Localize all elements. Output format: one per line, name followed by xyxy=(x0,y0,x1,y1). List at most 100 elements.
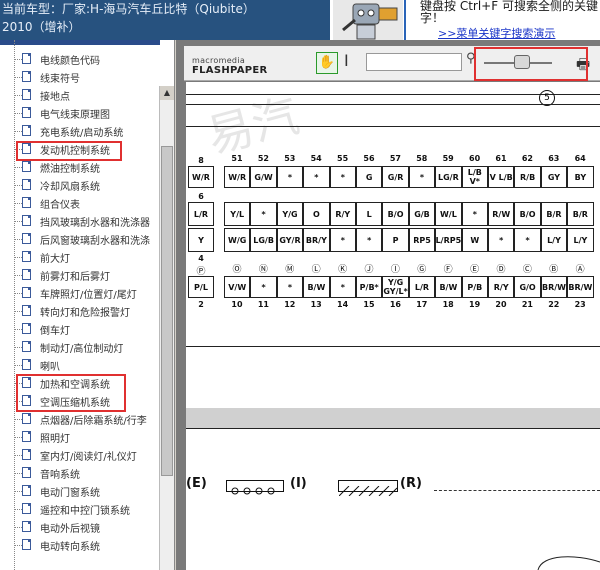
pin-cell: L/Y xyxy=(540,228,568,252)
document-icon xyxy=(22,539,31,550)
pin-cell: L/R xyxy=(188,202,214,226)
sidebar-item[interactable]: 遥控和中控门锁系统 xyxy=(0,500,158,518)
hand-tool-button[interactable]: ✋ xyxy=(316,52,338,74)
sidebar-item[interactable]: 喇叭 xyxy=(0,356,158,374)
document-icon xyxy=(22,161,31,172)
tree-connector xyxy=(14,419,22,420)
sidebar-item[interactable]: 电线颜色代码 xyxy=(0,50,158,68)
sidebar: 电线颜色代码 线束符号 接地点 电气线束原理图 充电系统/启动系统 发动机控制系统 燃油控制… xyxy=(0,40,175,570)
sidebar-item[interactable]: 电气线束原理图 xyxy=(0,104,158,122)
document-icon xyxy=(22,269,31,280)
search-demo-link[interactable]: >>菜单关键字搜索演示 xyxy=(438,25,555,41)
pin-number: 56 xyxy=(363,154,375,163)
document-icon xyxy=(22,341,31,352)
sidebar-item[interactable]: 室内灯/阅读灯/礼仪灯 xyxy=(0,446,158,464)
pin-cell: B/R xyxy=(540,202,568,226)
scroll-up-icon[interactable]: ▲ xyxy=(160,86,174,100)
sidebar-item[interactable]: 前雾灯和后雾灯 xyxy=(0,266,158,284)
tree-connector xyxy=(14,329,22,330)
pin-letter: Ⓐ xyxy=(575,265,585,275)
sidebar-item-label: 前雾灯和后雾灯 xyxy=(40,272,110,283)
tree-connector xyxy=(14,347,22,348)
sidebar-scrollbar[interactable]: ▲ xyxy=(159,86,174,570)
sidebar-item[interactable]: 后风窗玻璃刮水器和洗涤 xyxy=(0,230,158,248)
sidebar-item-label: 组合仪表 xyxy=(40,200,80,211)
pin-cell: BY xyxy=(567,166,594,188)
title-bar: 当前车型：厂家:H-海马汽车丘比特（Qiubite） 2010（增补） xyxy=(0,0,330,40)
rule-line xyxy=(186,104,600,105)
document-icon xyxy=(22,449,31,460)
pin-cell: B/R xyxy=(567,202,594,226)
search-hint: 键盘按 Ctrl+F 可搜索全侧的关键 字！ >>菜单关键字搜索演示 xyxy=(404,0,600,40)
hint-line2: 字！ xyxy=(420,11,445,25)
sidebar-item-label: 挡风玻璃刮水器和洗涤器 xyxy=(40,218,150,229)
sidebar-item-label: 喇叭 xyxy=(40,362,60,373)
sidebar-item[interactable]: 充电系统/启动系统 xyxy=(0,122,158,140)
sidebar-item[interactable]: 挡风玻璃刮水器和洗涤器 xyxy=(0,212,158,230)
pin-number: 52 xyxy=(257,154,269,163)
document-icon xyxy=(22,305,31,316)
pin-cell: B/O xyxy=(382,202,409,226)
sidebar-item[interactable]: 照明灯 xyxy=(0,428,158,446)
sidebar-item-label: 接地点 xyxy=(40,92,70,103)
sidebar-item-label: 电动转向系统 xyxy=(40,542,100,553)
pin-number: 19 xyxy=(469,300,481,309)
dashed-line xyxy=(434,490,600,491)
sidebar-item[interactable]: 转向灯和危险报警灯 xyxy=(0,302,158,320)
sidebar-item[interactable]: 冷却风扇系统 xyxy=(0,176,158,194)
pin-cell: LG/B xyxy=(250,228,277,252)
pin-number: 6 xyxy=(198,192,204,201)
pin-cell: L/RP5 xyxy=(435,228,462,252)
pin-cell: * xyxy=(461,202,488,226)
tree-connector xyxy=(14,473,22,474)
logo-top: macromedia xyxy=(192,56,246,65)
sidebar-item[interactable]: 音响系统 xyxy=(0,464,158,482)
sidebar-item[interactable]: 点烟器/后除霜系统/行李 xyxy=(0,410,158,428)
fuse-i-box xyxy=(226,480,284,495)
scroll-thumb[interactable] xyxy=(161,146,173,476)
sidebar-item[interactable]: 前大灯 xyxy=(0,248,158,266)
sidebar-item[interactable]: 组合仪表 xyxy=(0,194,158,212)
pin-cell: P/B* xyxy=(356,276,383,298)
pin-cell: B/O xyxy=(514,202,541,226)
pin-cell: L/Y xyxy=(567,228,594,252)
tree-connector xyxy=(14,365,22,366)
sidebar-item-label: 充电系统/启动系统 xyxy=(40,128,124,139)
sidebar-item[interactable]: 接地点 xyxy=(0,86,158,104)
pin-cell: P/L xyxy=(188,276,214,298)
pin-cell: * xyxy=(514,228,541,252)
search-input[interactable] xyxy=(366,53,462,71)
sidebar-item[interactable]: 电动外后视镜 xyxy=(0,518,158,536)
document-icon xyxy=(22,251,31,262)
pin-cell: * xyxy=(329,166,356,188)
logo-main: FLASHPAPER xyxy=(192,65,268,76)
pin-cell: O xyxy=(303,202,330,226)
tree-connector xyxy=(14,491,22,492)
pin-cell: BR/Y xyxy=(303,228,330,252)
pin-letter: Ⓖ xyxy=(417,265,427,275)
pin-cell: B/W xyxy=(303,276,330,298)
text-select-icon[interactable]: I xyxy=(344,51,349,70)
sidebar-item[interactable]: 倒车灯 xyxy=(0,320,158,338)
sidebar-item[interactable]: 线束符号 xyxy=(0,68,158,86)
pin-cell: B/W xyxy=(435,276,462,298)
vehicle-title: 当前车型：厂家:H-海马汽车丘比特（Qiubite） xyxy=(2,2,255,16)
tree-connector xyxy=(14,59,22,60)
sidebar-item-label: 电动门窗系统 xyxy=(40,488,100,499)
sidebar-item[interactable]: 车牌照灯/位置灯/尾灯 xyxy=(0,284,158,302)
document-icon xyxy=(22,233,31,244)
pin-number: 10 xyxy=(231,300,243,309)
sidebar-item-label: 制动灯/高位制动灯 xyxy=(40,344,124,355)
sidebar-item-label: 室内灯/阅读灯/礼仪灯 xyxy=(40,452,137,463)
document-icon xyxy=(22,107,31,118)
sidebar-item[interactable]: 制动灯/高位制动灯 xyxy=(0,338,158,356)
sidebar-item[interactable]: 电动转向系统 xyxy=(0,536,158,554)
tree-connector xyxy=(14,131,22,132)
pin-cell: L xyxy=(356,202,383,226)
pin-cell: V L/B xyxy=(488,166,515,188)
tree-connector xyxy=(14,527,22,528)
pin-cell: G/W xyxy=(250,166,277,188)
pin-number: 15 xyxy=(363,300,375,309)
sidebar-item[interactable]: 电动门窗系统 xyxy=(0,482,158,500)
pin-number: 60 xyxy=(469,154,481,163)
